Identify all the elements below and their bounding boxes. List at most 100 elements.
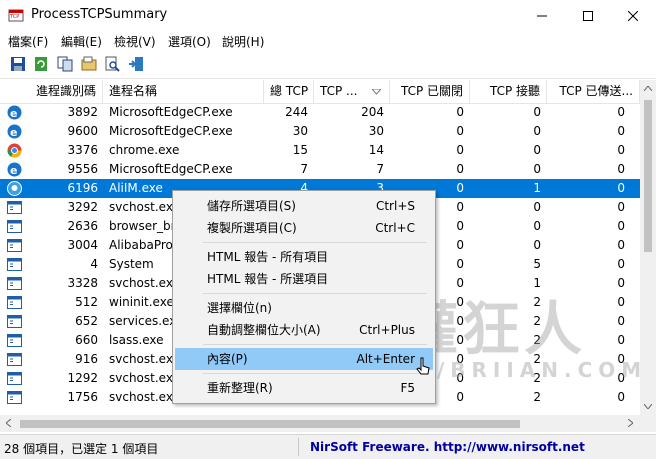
cell-pid: 916 xyxy=(75,352,98,366)
menu-item-label: 選擇欄位(n) xyxy=(207,301,272,315)
menu-bar: 檔案(F) 編輯(E) 檢視(V) 選項(O) 說明(H) xyxy=(0,31,656,51)
scroll-left-icon[interactable] xyxy=(6,419,11,427)
vertical-scroll-thumb[interactable] xyxy=(644,100,652,252)
menu-item-label: 重新整理(R) xyxy=(207,381,273,395)
menu-file[interactable]: 檔案(F) xyxy=(8,33,48,50)
scroll-up-icon[interactable] xyxy=(644,86,652,91)
cell-tcp-closed: 0 xyxy=(456,143,464,157)
menu-item-shortcut: F5 xyxy=(400,381,415,395)
svg-text:TCP: TCP xyxy=(9,14,19,20)
table-row[interactable]: 3376 chrome.exe 15 14 0 0 0 xyxy=(0,141,640,160)
horizontal-scroll-thumb[interactable] xyxy=(20,420,520,428)
cell-process-name: chrome.exe xyxy=(109,143,180,157)
menu-view[interactable]: 檢視(V) xyxy=(114,33,156,50)
cell-pid: 2636 xyxy=(67,219,98,233)
column-header-total-tcp[interactable]: 總 TCP xyxy=(264,80,314,103)
properties-icon[interactable] xyxy=(81,56,97,72)
context-menu: 儲存所選項目(S) Ctrl+S 複製所選項目(C) Ctrl+C HTML 報… xyxy=(172,190,436,404)
cell-tcp-listen: 0 xyxy=(533,143,541,157)
cell-tcp-listen: 2 xyxy=(533,352,541,366)
cell-tcp-sent: 0 xyxy=(617,238,625,252)
cell-tcp-sent: 0 xyxy=(617,105,625,119)
menu-item-properties[interactable]: 內容(P) Alt+Enter xyxy=(175,348,433,370)
cell-tcp-listen: 2 xyxy=(533,314,541,328)
cell-pid: 3892 xyxy=(67,105,98,119)
status-divider xyxy=(298,438,299,456)
cell-total-tcp: 244 xyxy=(285,105,308,119)
status-bar: 28 個項目，已選定 1 個項目 NirSoft Freeware. http:… xyxy=(0,434,656,459)
menu-separator xyxy=(203,373,427,374)
scrollbar-corner xyxy=(640,415,656,432)
cell-pid: 6196 xyxy=(67,181,98,195)
menu-options[interactable]: 選項(O) xyxy=(168,33,211,50)
cell-tcp: 204 xyxy=(361,105,384,119)
menu-item-auto-size-columns[interactable]: 自動調整欄位大小(A) Ctrl+Plus xyxy=(175,319,433,341)
sort-descending-icon xyxy=(372,89,381,95)
cell-pid: 9556 xyxy=(67,162,98,176)
cell-tcp-sent: 0 xyxy=(617,181,625,195)
cell-tcp-sent: 0 xyxy=(617,390,625,404)
cell-tcp-listen: 2 xyxy=(533,295,541,309)
cell-tcp-sent: 0 xyxy=(617,352,625,366)
cell-tcp-listen: 2 xyxy=(533,371,541,385)
cell-process-name: MicrosoftEdgeCP.exe xyxy=(109,124,233,138)
menu-help[interactable]: 說明(H) xyxy=(222,33,264,50)
cell-tcp-sent: 0 xyxy=(617,314,625,328)
scroll-right-icon[interactable] xyxy=(628,419,633,427)
table-row[interactable]: e 9600 MicrosoftEdgeCP.exe 30 30 0 0 0 xyxy=(0,122,640,141)
menu-item-html-report-all[interactable]: HTML 報告 - 所有項目 xyxy=(175,246,433,268)
maximize-button[interactable] xyxy=(565,0,611,31)
maximize-icon xyxy=(583,10,593,21)
column-header-tcp[interactable]: TCP ... xyxy=(314,80,390,103)
menu-separator xyxy=(203,293,427,294)
cell-tcp-sent: 0 xyxy=(617,143,625,157)
table-row[interactable]: e 9556 MicrosoftEdgeCP.exe 7 7 0 0 0 xyxy=(0,160,640,179)
refresh-icon[interactable] xyxy=(33,56,49,72)
cell-tcp-listen: 5 xyxy=(533,257,541,271)
cell-tcp: 30 xyxy=(368,124,384,138)
menu-item-label: HTML 報告 - 所有項目 xyxy=(207,250,329,264)
scroll-down-icon[interactable] xyxy=(644,404,652,409)
menu-item-label: HTML 報告 - 所選項目 xyxy=(207,272,329,286)
menu-item-shortcut: Ctrl+S xyxy=(375,199,415,213)
cell-tcp-sent: 0 xyxy=(617,200,625,214)
minimize-button[interactable] xyxy=(519,0,565,31)
menu-separator xyxy=(203,242,427,243)
horizontal-scrollbar[interactable] xyxy=(0,415,640,432)
app-icon: TCP xyxy=(8,9,24,22)
column-header-tcp-sent[interactable]: TCP 已傳送... xyxy=(547,80,640,103)
menu-item-refresh[interactable]: 重新整理(R) F5 xyxy=(175,377,433,399)
status-nirsoft-link[interactable]: NirSoft Freeware. http://www.nirsoft.net xyxy=(310,440,585,454)
menu-item-label: 內容(P) xyxy=(207,352,248,366)
exit-icon[interactable] xyxy=(128,56,144,72)
menu-item-choose-columns[interactable]: 選擇欄位(n) xyxy=(175,297,433,319)
menu-item-save-selected[interactable]: 儲存所選項目(S) Ctrl+S xyxy=(175,195,433,217)
find-icon[interactable] xyxy=(104,56,120,72)
save-icon[interactable] xyxy=(10,56,26,72)
menu-item-html-report-selected[interactable]: HTML 報告 - 所選項目 xyxy=(175,268,433,290)
close-button[interactable] xyxy=(610,0,656,31)
copy-icon[interactable] xyxy=(57,56,73,72)
column-header-tcp-closed[interactable]: TCP 已關閉 xyxy=(390,80,470,103)
menu-edit[interactable]: 編輯(E) xyxy=(61,33,102,50)
cell-pid: 1292 xyxy=(67,371,98,385)
cell-tcp-listen: 2 xyxy=(533,333,541,347)
menu-item-shortcut: Ctrl+Plus xyxy=(359,323,415,337)
menu-separator xyxy=(203,344,427,345)
cell-pid: 512 xyxy=(75,295,98,309)
cell-tcp-sent: 0 xyxy=(617,257,625,271)
menu-item-copy-selected[interactable]: 複製所選項目(C) Ctrl+C xyxy=(175,217,433,239)
vertical-scrollbar[interactable] xyxy=(640,80,656,415)
menu-item-shortcut: Alt+Enter xyxy=(356,352,415,366)
cell-tcp-sent: 0 xyxy=(617,276,625,290)
list-header: 進程識別碼 進程名稱 總 TCP TCP ... TCP 已關閉 TCP 接聽 … xyxy=(0,80,640,104)
column-header-tcp-listen[interactable]: TCP 接聽 xyxy=(470,80,547,103)
column-header-name[interactable]: 進程名稱 xyxy=(103,80,264,103)
table-row[interactable]: e 3892 MicrosoftEdgeCP.exe 244 204 0 0 0 xyxy=(0,103,640,122)
cell-tcp-listen: 1 xyxy=(533,181,541,195)
window-title: ProcessTCPSummary xyxy=(31,7,168,22)
cell-process-name: MicrosoftEdgeCP.exe xyxy=(109,105,233,119)
cell-total-tcp: 15 xyxy=(292,143,308,157)
cell-process-name: MicrosoftEdgeCP.exe xyxy=(109,162,233,176)
column-header-pid[interactable]: 進程識別碼 xyxy=(0,80,103,103)
